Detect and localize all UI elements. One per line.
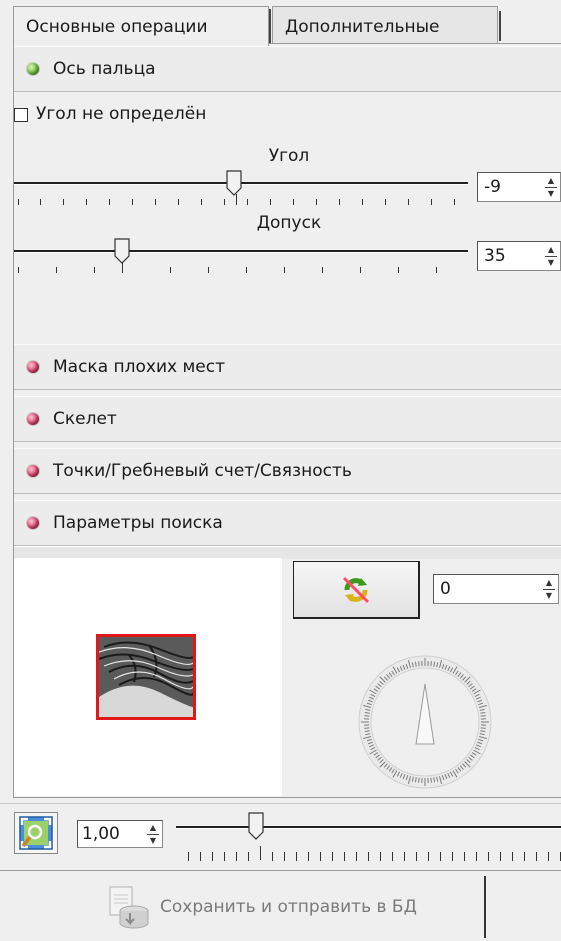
slider-tick bbox=[356, 852, 357, 861]
tab-basic-operations[interactable]: Основные операции bbox=[13, 6, 271, 46]
spin-arrows-icon[interactable]: ▲ ▼ bbox=[144, 821, 162, 847]
dial-tick bbox=[418, 661, 420, 667]
section-label: Скелет bbox=[53, 409, 117, 429]
slider-tick bbox=[308, 852, 309, 861]
slider-tick bbox=[524, 852, 525, 861]
section-label: Точки/Гребневый счет/Связность bbox=[53, 461, 352, 481]
slider-tick bbox=[272, 852, 273, 861]
slider-tick bbox=[464, 852, 465, 861]
dial-tick bbox=[430, 777, 432, 783]
angle-slider[interactable] bbox=[14, 166, 470, 206]
rotate-disabled-icon bbox=[342, 576, 370, 603]
rotation-spinbox[interactable]: 0 ▲ ▼ bbox=[433, 574, 559, 604]
dial-tick bbox=[418, 777, 420, 783]
slider-tick bbox=[332, 852, 333, 861]
tolerance-slider[interactable] bbox=[14, 236, 470, 276]
slider-tick bbox=[344, 852, 345, 861]
status-red-icon bbox=[27, 517, 39, 529]
status-red-icon bbox=[27, 413, 39, 425]
save-and-send-button[interactable]: Сохранить и отправить в БД bbox=[94, 876, 486, 938]
slider-tick bbox=[296, 852, 297, 861]
slider-tick bbox=[212, 852, 213, 861]
section-points-header[interactable]: Точки/Гребневый счет/Связность bbox=[14, 448, 561, 494]
tolerance-value: 35 bbox=[484, 246, 506, 266]
angle-label: Угол bbox=[268, 146, 310, 166]
tab-label: Основные операции bbox=[26, 17, 208, 37]
slider-tick bbox=[512, 852, 513, 861]
tolerance-spinbox[interactable]: 35 ▲ ▼ bbox=[477, 241, 561, 271]
slider-tick bbox=[500, 852, 501, 861]
slider-tick bbox=[416, 852, 417, 861]
section-bad-mask-header[interactable]: Маска плохих мест bbox=[14, 344, 561, 390]
slider-tick bbox=[452, 852, 453, 861]
fingerprint-image-icon bbox=[99, 637, 193, 717]
rotation-value: 0 bbox=[440, 579, 451, 599]
spin-arrows-icon[interactable]: ▲ ▼ bbox=[542, 242, 560, 270]
spin-arrows-icon[interactable]: ▲ ▼ bbox=[540, 575, 558, 603]
divider bbox=[0, 803, 561, 804]
slider-tick bbox=[236, 852, 237, 861]
angle-undefined-label: Угол не определён bbox=[36, 104, 207, 124]
slider-tick bbox=[536, 852, 537, 861]
slider-tick bbox=[428, 852, 429, 861]
spin-arrows-icon[interactable]: ▲ ▼ bbox=[542, 173, 560, 201]
slider-tick bbox=[440, 852, 441, 861]
zoom-fit-button[interactable] bbox=[14, 812, 58, 854]
slider-tick bbox=[188, 852, 189, 861]
section-label: Маска плохих мест bbox=[53, 357, 226, 377]
slider-tick bbox=[380, 852, 381, 861]
slider-handle[interactable] bbox=[248, 812, 264, 840]
slider-tick bbox=[404, 852, 405, 861]
dial-tick bbox=[480, 727, 486, 729]
tolerance-label: Допуск bbox=[256, 213, 322, 233]
status-red-icon bbox=[27, 465, 39, 477]
slider-tick bbox=[200, 852, 201, 861]
tab-label: Дополнительные bbox=[285, 17, 440, 37]
footer-divider bbox=[0, 870, 561, 871]
database-save-icon bbox=[109, 886, 149, 929]
slider-tick bbox=[368, 852, 369, 861]
angle-undefined-checkbox[interactable] bbox=[14, 108, 28, 122]
slider-tick bbox=[284, 852, 285, 861]
section-skeleton-header[interactable]: Скелет bbox=[14, 396, 561, 442]
rotation-dial[interactable] bbox=[355, 650, 495, 795]
section-label: Ось пальца bbox=[53, 59, 156, 79]
auto-rotate-button[interactable] bbox=[293, 561, 420, 619]
fingerprint-thumbnail[interactable] bbox=[96, 634, 196, 720]
save-button-label: Сохранить и отправить в БД bbox=[160, 897, 417, 917]
slider-tick bbox=[260, 846, 261, 860]
tab-additional[interactable]: Дополнительные bbox=[272, 6, 501, 43]
slider-handle[interactable] bbox=[114, 238, 130, 264]
zoom-value: 1,00 bbox=[82, 824, 120, 844]
slider-tick bbox=[488, 852, 489, 861]
slider-tick bbox=[548, 852, 549, 861]
status-green-icon bbox=[27, 63, 39, 75]
angle-spinbox[interactable]: -9 ▲ ▼ bbox=[477, 172, 561, 202]
zoom-slider[interactable] bbox=[176, 808, 561, 864]
section-label: Параметры поиска bbox=[53, 513, 223, 533]
slider-tick bbox=[392, 852, 393, 861]
slider-tick bbox=[320, 852, 321, 861]
zoom-spinbox[interactable]: 1,00 ▲ ▼ bbox=[77, 820, 163, 848]
status-red-icon bbox=[27, 361, 39, 373]
slider-handle[interactable] bbox=[226, 170, 242, 196]
dial-tick bbox=[480, 715, 486, 717]
dial-tick bbox=[364, 715, 370, 717]
section-finger-axis-header[interactable]: Ось пальца bbox=[14, 46, 561, 92]
slider-tick bbox=[224, 852, 225, 861]
dial-tick bbox=[364, 727, 370, 729]
slider-tick bbox=[248, 852, 249, 861]
angle-value: -9 bbox=[484, 177, 501, 197]
slider-tick bbox=[476, 852, 477, 861]
zoom-fit-icon bbox=[19, 816, 53, 850]
section-search-params-header[interactable]: Параметры поиска bbox=[14, 500, 561, 546]
dial-tick bbox=[430, 661, 432, 667]
